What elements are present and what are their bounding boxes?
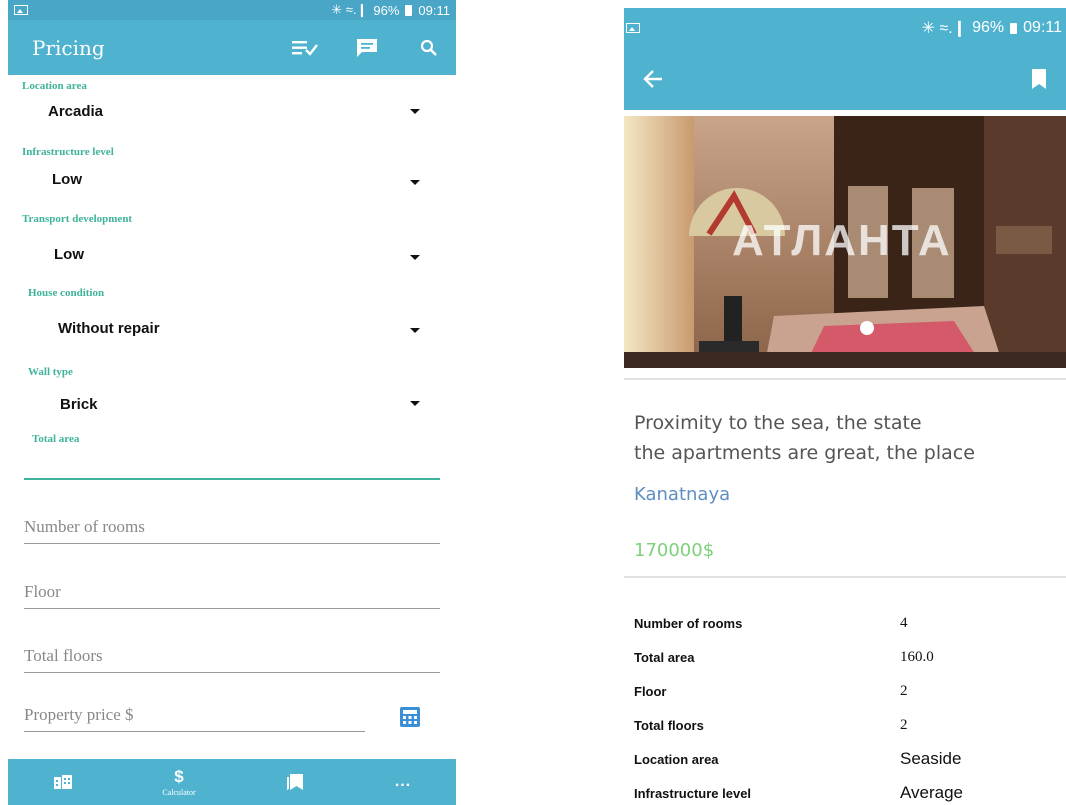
signal-indicator: ✳ ≈.❙ <box>331 2 368 17</box>
status-bar: ✳ ≈.❙ 96% 09:11 <box>8 0 456 20</box>
clock: 09:11 <box>418 2 450 18</box>
battery-percent: 96% <box>373 2 400 18</box>
calculator-icon[interactable] <box>397 704 423 730</box>
signal-indicator: ✳ ≈.❙ <box>921 20 967 37</box>
dropdown-arrow-icon[interactable] <box>410 255 420 260</box>
spec-row: Infrastructure level Average <box>634 776 1054 805</box>
image-notification-icon <box>14 5 28 15</box>
total-area-label: Total area <box>32 433 80 445</box>
spec-key: Total area <box>634 649 695 665</box>
page-title: Pricing <box>32 35 105 60</box>
property-price-input[interactable]: Property price $ <box>24 705 365 732</box>
status-bar: ✳ ≈.❙ 96% 09:11 <box>624 8 1066 48</box>
total-floors-input[interactable]: Total floors <box>24 646 440 673</box>
nav-label: Calculator <box>162 788 196 797</box>
bottom-navigation: $ Calculator ... <box>8 759 456 805</box>
spec-key: Infrastructure level <box>634 785 752 801</box>
divider <box>624 378 1066 380</box>
more-icon: ... <box>394 773 412 790</box>
pricing-screen: ✳ ≈.❙ 96% 09:11 Pricing Location area Ar… <box>8 0 456 805</box>
app-bar: Pricing <box>8 20 456 75</box>
spec-value: 2 <box>900 682 908 699</box>
field-label: Location area <box>22 80 87 92</box>
watermark: АТЛАНТА <box>732 216 952 265</box>
dropdown-arrow-icon[interactable] <box>410 180 420 185</box>
floor-input[interactable]: Floor <box>24 582 440 609</box>
app-bar <box>624 48 1066 110</box>
transport-development-select[interactable]: Low <box>54 246 84 263</box>
divider <box>624 576 1066 578</box>
search-icon[interactable] <box>416 35 442 61</box>
nav-more[interactable]: ... <box>395 773 411 791</box>
spec-row: Total floors 2 <box>634 708 1054 742</box>
field-label: Wall type <box>28 366 73 378</box>
wall-type-select[interactable]: Brick <box>60 396 98 413</box>
spec-key: Number of rooms <box>634 615 743 631</box>
back-arrow-icon[interactable] <box>640 66 666 92</box>
message-icon[interactable] <box>354 35 380 61</box>
specs-table: Number of rooms 4 Total area 160.0 Floor… <box>634 606 1054 805</box>
carousel-indicator[interactable] <box>860 321 874 335</box>
spec-key: Location area <box>634 751 719 767</box>
battery-icon <box>1010 22 1018 34</box>
spec-value: 4 <box>900 614 908 631</box>
spec-row: Number of rooms 4 <box>634 606 1054 640</box>
infrastructure-level-select[interactable]: Low <box>52 171 82 188</box>
building-icon <box>53 775 72 789</box>
total-area-input[interactable] <box>24 478 440 480</box>
input-placeholder: Number of rooms <box>24 517 145 536</box>
dropdown-arrow-icon[interactable] <box>410 109 420 114</box>
listing-description: Proximity to the sea, the state the apar… <box>634 412 975 464</box>
image-notification-icon <box>626 23 640 33</box>
spec-row: Floor 2 <box>634 674 1054 708</box>
property-photo[interactable]: АТЛАНТА <box>624 116 1066 368</box>
listing-street[interactable]: Kanatnaya <box>634 484 730 505</box>
spec-value: Average <box>900 783 964 802</box>
listing-detail-screen: ✳ ≈.❙ 96% 09:11 АТЛАНТА Proximity to the… <box>624 0 1066 805</box>
location-area-select[interactable]: Arcadia <box>48 103 103 120</box>
spec-row: Location area Seaside <box>634 742 1054 776</box>
input-placeholder: Floor <box>24 582 61 601</box>
battery-icon <box>405 4 413 16</box>
battery-percent: 96% <box>972 19 1005 36</box>
clock: 09:11 <box>1023 19 1062 36</box>
spec-row: Total area 160.0 <box>634 640 1054 674</box>
number-of-rooms-input[interactable]: Number of rooms <box>24 517 440 544</box>
spec-key: Total floors <box>634 717 704 733</box>
listing-price: 170000$ <box>634 540 715 561</box>
dollar-icon: $ <box>174 767 184 786</box>
input-placeholder: Property price $ <box>24 705 134 724</box>
input-placeholder: Total floors <box>24 646 103 665</box>
dropdown-arrow-icon[interactable] <box>410 401 420 406</box>
field-label: Infrastructure level <box>22 146 114 158</box>
dropdown-arrow-icon[interactable] <box>410 328 420 333</box>
bookmark-icon[interactable] <box>1026 66 1052 92</box>
nav-calculator[interactable]: $ Calculator <box>162 767 195 797</box>
spec-value: Seaside <box>900 749 962 768</box>
filter-list-icon[interactable] <box>292 35 318 61</box>
nav-buildings[interactable] <box>53 774 73 790</box>
bookmarks-icon <box>287 774 304 790</box>
spec-value: 2 <box>900 716 908 733</box>
nav-saved[interactable] <box>285 773 305 791</box>
spec-value: 160.0 <box>900 648 934 665</box>
spec-key: Floor <box>634 683 667 699</box>
field-label: Transport development <box>22 213 133 225</box>
field-label: House condition <box>28 287 105 299</box>
house-condition-select[interactable]: Without repair <box>58 320 160 337</box>
